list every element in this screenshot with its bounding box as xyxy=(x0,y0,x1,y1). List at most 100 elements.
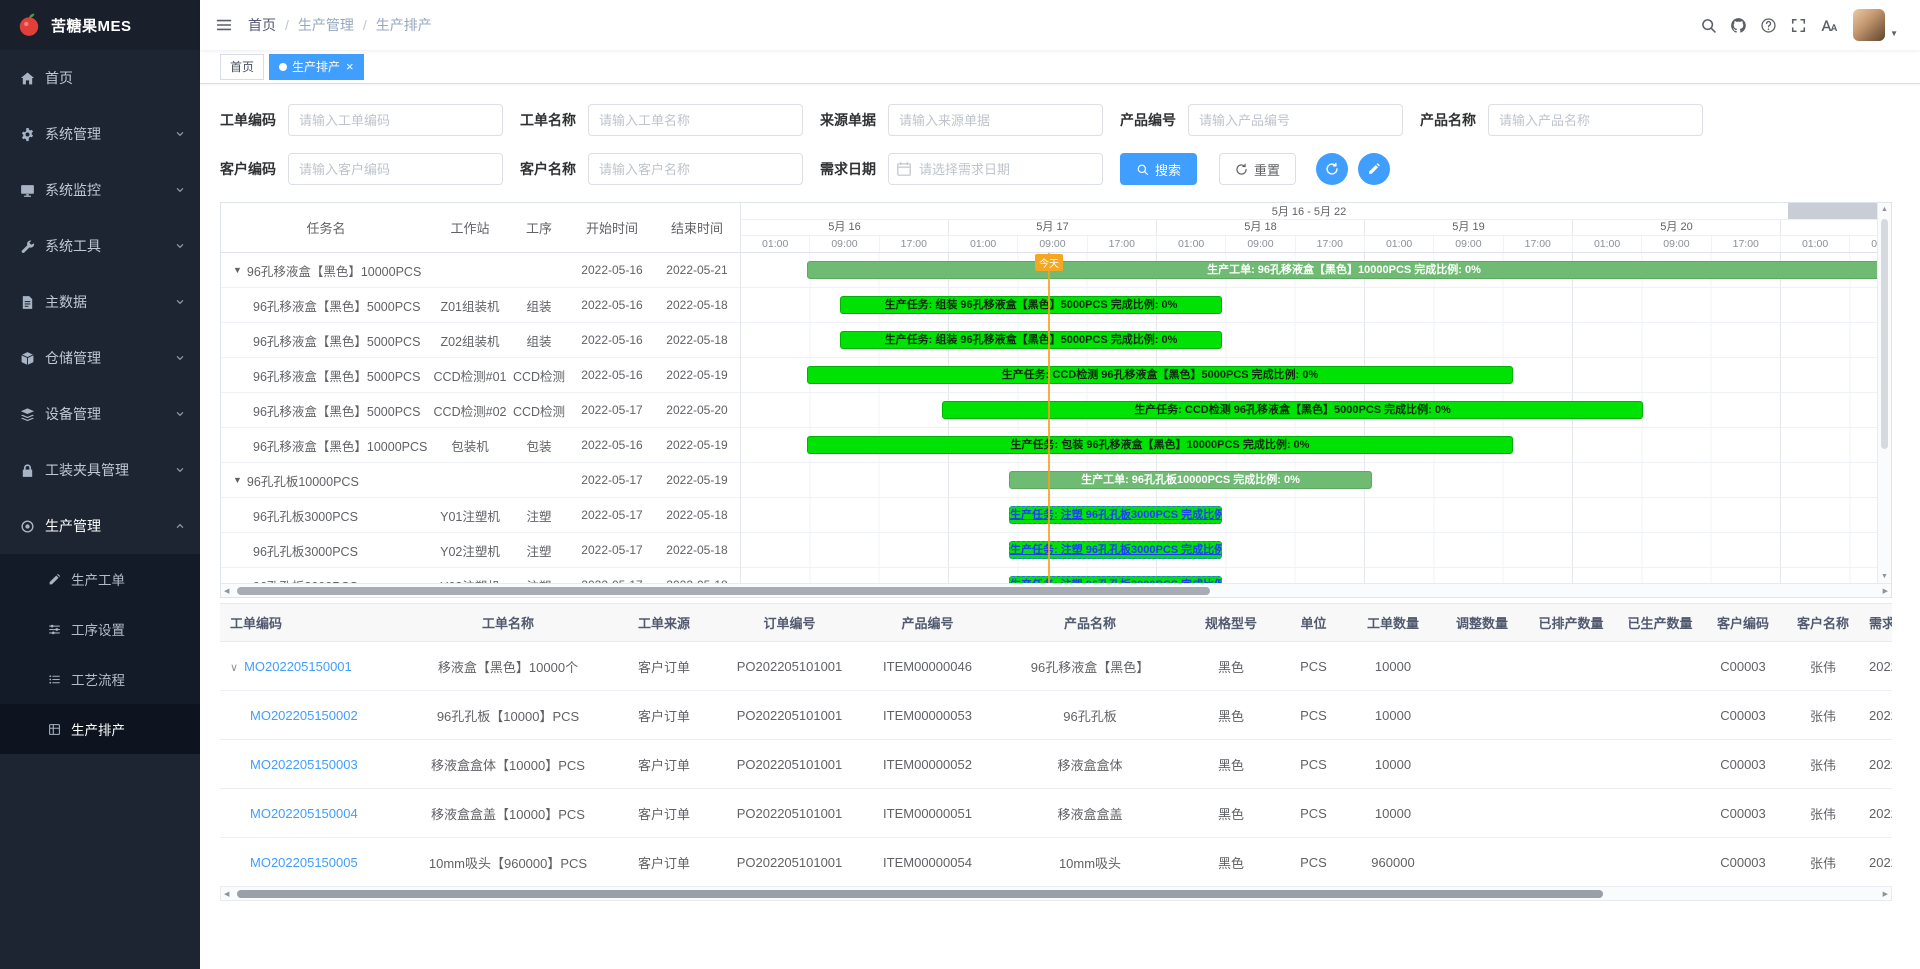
breadcrumb-item[interactable]: 首页 xyxy=(248,15,276,35)
navbar-search-button[interactable] xyxy=(1693,0,1723,50)
filter-field: 来源单据 xyxy=(820,104,1103,136)
sidebar-item-fixture[interactable]: 工装夹具管理 xyxy=(0,442,200,498)
sidebar-subitem-process[interactable]: 工序设置 xyxy=(0,604,200,654)
gantt-bar[interactable]: 生产任务: 包装 96孔移液盒【黑色】10000PCS 完成比例: 0% xyxy=(807,436,1513,454)
caret-down-icon[interactable]: ▼ xyxy=(233,265,242,275)
navbar-font-size-button[interactable] xyxy=(1813,0,1843,50)
order-code-link[interactable]: MO202205150003 xyxy=(250,757,358,772)
gantt-bar[interactable]: 生产任务: 注塑 96孔孔板3000PCS 完成比例: 0% xyxy=(1009,541,1222,559)
sync-schedule-button[interactable] xyxy=(1316,153,1348,185)
gantt-bar[interactable]: 生产任务: 注塑 96孔孔板3000PCS 完成比例: 0% xyxy=(1009,576,1222,583)
page-content: 工单编码工单名称来源单据产品编号产品名称 客户编码客户名称需求日期 搜索 重置 xyxy=(200,84,1920,969)
edit-schedule-button[interactable] xyxy=(1358,153,1390,185)
sidebar-item-system[interactable]: 系统管理 xyxy=(0,106,200,162)
avatar[interactable] xyxy=(1853,9,1885,41)
scroll-right-arrow[interactable]: ▶ xyxy=(1883,587,1888,595)
gantt-cell-process: CCD检测 xyxy=(509,401,569,420)
navbar-fullscreen-button[interactable] xyxy=(1783,0,1813,50)
gantt-bar[interactable]: 生产任务: 组装 96孔移液盒【黑色】5000PCS 完成比例: 0% xyxy=(840,296,1222,314)
gantt-time-label: 17:00 xyxy=(1296,236,1365,252)
reset-button[interactable]: 重置 xyxy=(1219,153,1296,185)
filter-text-input[interactable] xyxy=(1188,104,1403,136)
gantt-task-name[interactable]: 96孔孔板3000PCS xyxy=(221,576,431,584)
order-code-link[interactable]: MO202205150002 xyxy=(250,708,358,723)
demand-date-input[interactable] xyxy=(888,153,1103,185)
gantt-task-name[interactable]: 96孔孔板3000PCS xyxy=(221,506,431,525)
scroll-right-arrow[interactable]: ▶ xyxy=(1883,890,1888,898)
user-menu[interactable]: ▼ xyxy=(1853,9,1898,41)
horizontal-scroll-thumb[interactable] xyxy=(237,587,1210,595)
filter-label: 客户名称 xyxy=(520,159,576,179)
main-area: 首页/生产管理/生产排产 ▼ 首页 生产排产 × 工单编 xyxy=(200,0,1920,969)
chevron-icon xyxy=(174,240,186,252)
filter-text-input[interactable] xyxy=(288,153,503,185)
gantt-cell-end: 2022-05-19 xyxy=(655,438,739,452)
filter-text-input[interactable] xyxy=(1488,104,1703,136)
gantt-day-label: 5月 16 xyxy=(741,220,949,235)
gantt-bar[interactable]: 生产工单: 96孔移液盒【黑色】10000PCS 完成比例: 0% xyxy=(807,261,1877,279)
breadcrumb-item[interactable]: 生产管理 xyxy=(298,15,354,35)
sidebar-item-monitor[interactable]: 系统监控 xyxy=(0,162,200,218)
gantt-vertical-scrollbar[interactable]: ▲ ▼ xyxy=(1877,203,1891,583)
scroll-left-arrow[interactable]: ◀ xyxy=(224,890,229,898)
tab-close-icon[interactable]: × xyxy=(346,60,354,73)
horizontal-scroll-thumb[interactable] xyxy=(237,890,1603,898)
sidebar-item-label: 主数据 xyxy=(45,292,87,312)
filter-text-input[interactable] xyxy=(588,104,803,136)
scroll-up-arrow[interactable]: ▲ xyxy=(1878,206,1891,213)
gantt-task-name[interactable]: ▼96孔移液盒【黑色】10000PCS xyxy=(221,261,431,280)
gantt-bar[interactable]: 生产任务: 组装 96孔移液盒【黑色】5000PCS 完成比例: 0% xyxy=(840,331,1222,349)
column-header-process: 工序 xyxy=(509,218,569,237)
gantt-task-name[interactable]: 96孔移液盒【黑色】5000PCS xyxy=(221,401,431,420)
navbar-github-button[interactable] xyxy=(1723,0,1753,50)
vertical-scroll-thumb[interactable] xyxy=(1881,219,1888,449)
app-logo[interactable]: 苦糖果MES xyxy=(0,0,200,50)
sidebar-item-production[interactable]: 生产管理 xyxy=(0,498,200,554)
filter-text-input[interactable] xyxy=(588,153,803,185)
gantt-task-name[interactable]: 96孔孔板3000PCS xyxy=(221,541,431,560)
search-button[interactable]: 搜索 xyxy=(1120,153,1197,185)
gantt-table-row: 96孔孔板3000PCSY02注塑机注塑2022-05-172022-05-18 xyxy=(221,533,740,568)
expand-caret-icon[interactable]: ∨ xyxy=(230,662,238,674)
gantt-bar[interactable]: 生产任务: 注塑 96孔孔板3000PCS 完成比例: 0% xyxy=(1009,506,1222,524)
gantt-task-name[interactable]: 96孔移液盒【黑色】5000PCS xyxy=(221,296,431,315)
breadcrumb-item[interactable]: 生产排产 xyxy=(376,15,432,35)
gantt-task-name[interactable]: ▼96孔孔板10000PCS xyxy=(221,471,431,490)
gantt-cell-start: 2022-05-16 xyxy=(569,368,655,382)
scroll-left-arrow[interactable]: ◀ xyxy=(224,587,229,595)
sidebar-item-masterdata[interactable]: 主数据 xyxy=(0,274,200,330)
tab-production-schedule[interactable]: 生产排产 × xyxy=(269,54,364,80)
orders-horizontal-scrollbar[interactable]: ◀ ▶ xyxy=(220,887,1892,901)
scroll-down-arrow[interactable]: ▼ xyxy=(1878,573,1891,580)
gear-icon xyxy=(20,127,35,142)
navbar-help-button[interactable] xyxy=(1753,0,1783,50)
sidebar-subitem-schedule[interactable]: 生产排产 xyxy=(0,704,200,754)
today-marker-line xyxy=(1048,253,1050,583)
gantt-task-name[interactable]: 96孔移液盒【黑色】10000PCS xyxy=(221,436,431,455)
sidebar-item-warehouse[interactable]: 仓储管理 xyxy=(0,330,200,386)
gantt-cell-process: 组装 xyxy=(509,296,569,315)
filter-text-input[interactable] xyxy=(888,104,1103,136)
sidebar-item-equipment[interactable]: 设备管理 xyxy=(0,386,200,442)
filter-text-input[interactable] xyxy=(288,104,503,136)
caret-down-icon[interactable]: ▼ xyxy=(233,475,242,485)
sidebar-subitem-flow[interactable]: 工艺流程 xyxy=(0,654,200,704)
order-code-link[interactable]: MO202205150004 xyxy=(250,806,358,821)
table-row: MO202205150003移液盒盒体【10000】PCS客户订单PO20220… xyxy=(220,740,1892,789)
filter-label: 来源单据 xyxy=(820,110,876,130)
gantt-cell-end: 2022-05-19 xyxy=(655,473,739,487)
sidebar-toggle-button[interactable] xyxy=(200,0,248,50)
sidebar-item-home[interactable]: 首页 xyxy=(0,50,200,106)
order-code-link[interactable]: MO202205150005 xyxy=(250,855,358,870)
gantt-task-name[interactable]: 96孔移液盒【黑色】5000PCS xyxy=(221,331,431,350)
gantt-bar[interactable]: 生产任务: CCD检测 96孔移液盒【黑色】5000PCS 完成比例: 0% xyxy=(807,366,1513,384)
orders-column-header: 工单编码 xyxy=(220,604,410,642)
gantt-task-name[interactable]: 96孔移液盒【黑色】5000PCS xyxy=(221,366,431,385)
gantt-bar[interactable]: 生产工单: 96孔孔板10000PCS 完成比例: 0% xyxy=(1009,471,1372,489)
sidebar-subitem-workorder[interactable]: 生产工单 xyxy=(0,554,200,604)
tab-home[interactable]: 首页 xyxy=(220,54,264,80)
sidebar-item-label: 系统工具 xyxy=(45,236,101,256)
sidebar-item-tools[interactable]: 系统工具 xyxy=(0,218,200,274)
gantt-horizontal-scrollbar[interactable]: ◀ ▶ xyxy=(221,583,1891,597)
order-code-link[interactable]: MO202205150001 xyxy=(244,659,352,674)
